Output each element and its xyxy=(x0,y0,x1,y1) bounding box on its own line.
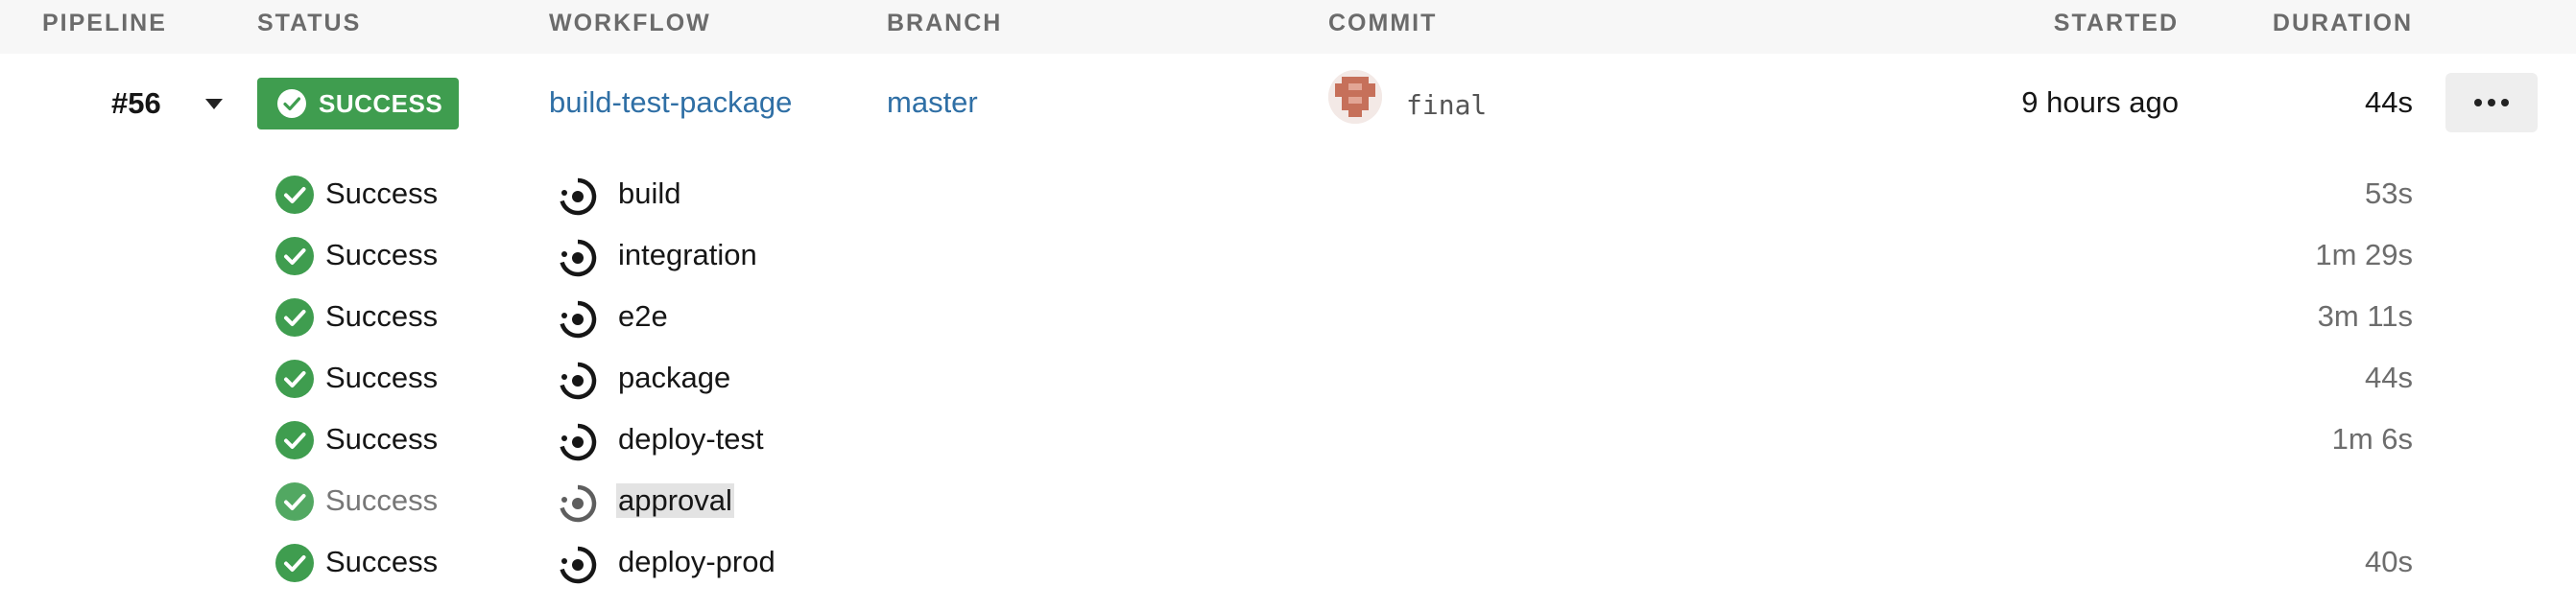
job-link[interactable]: deploy-prod xyxy=(618,545,775,579)
job-status: Success xyxy=(325,545,439,578)
job-duration: 1m 29s xyxy=(2315,238,2413,271)
job-row[interactable]: Success build 53s xyxy=(0,160,2576,222)
more-actions-button[interactable] xyxy=(2445,73,2538,132)
job-circle-icon xyxy=(560,239,597,277)
job-row[interactable]: Success e2e 3m 11s xyxy=(0,283,2576,344)
job-circle-icon xyxy=(560,546,597,584)
job-status: Success xyxy=(325,422,439,456)
pipeline-duration: 44s xyxy=(2365,85,2413,119)
check-circle-icon xyxy=(277,89,306,118)
identicon-icon xyxy=(1328,70,1382,124)
job-duration: 44s xyxy=(2365,361,2413,394)
job-circle-icon xyxy=(560,177,597,216)
job-circle-icon xyxy=(560,362,597,400)
job-link[interactable]: build xyxy=(618,176,681,211)
status-badge: SUCCESS xyxy=(257,78,459,129)
job-circle-icon xyxy=(560,423,597,461)
col-status: STATUS xyxy=(257,10,362,36)
job-row[interactable]: Success deploy-test 1m 6s xyxy=(0,406,2576,467)
col-commit: COMMIT xyxy=(1328,10,1438,36)
col-started: STARTED xyxy=(2053,10,2179,36)
check-circle-icon xyxy=(275,421,314,459)
job-row[interactable]: Success approval xyxy=(0,467,2576,528)
job-row[interactable]: Success package 44s xyxy=(0,344,2576,406)
job-status: Success xyxy=(325,483,439,517)
avatar[interactable] xyxy=(1328,70,1382,124)
check-circle-icon xyxy=(275,544,314,582)
caret-down-icon[interactable] xyxy=(205,99,223,109)
check-circle-icon xyxy=(275,360,314,398)
job-status: Success xyxy=(325,238,439,271)
job-duration: 1m 6s xyxy=(2331,422,2413,456)
commit-message[interactable]: final xyxy=(1406,89,1487,121)
branch-link[interactable]: master xyxy=(887,85,978,120)
check-circle-icon xyxy=(275,482,314,521)
approval-job-link[interactable]: approval xyxy=(616,483,734,518)
col-workflow: WORKFLOW xyxy=(549,10,711,36)
col-pipeline: PIPELINE xyxy=(42,10,167,36)
check-circle-icon xyxy=(275,176,314,214)
col-branch: BRANCH xyxy=(887,10,1003,36)
job-row[interactable]: Success deploy-prod 40s xyxy=(0,528,2576,590)
job-link[interactable]: deploy-test xyxy=(618,422,764,457)
col-duration: DURATION xyxy=(2272,10,2413,36)
job-link[interactable]: integration xyxy=(618,238,757,272)
job-row[interactable]: Success integration 1m 29s xyxy=(0,222,2576,283)
job-circle-icon xyxy=(560,484,597,523)
more-dots-icon xyxy=(2474,99,2482,106)
check-circle-icon xyxy=(275,237,314,275)
pipeline-number[interactable]: #56 xyxy=(111,86,161,121)
check-circle-icon xyxy=(275,298,314,337)
job-circle-icon xyxy=(560,300,597,339)
job-status: Success xyxy=(325,299,439,333)
status-badge-label: SUCCESS xyxy=(319,88,443,118)
job-duration: 40s xyxy=(2365,545,2413,578)
job-status: Success xyxy=(325,176,439,210)
job-status: Success xyxy=(325,361,439,394)
job-link[interactable]: package xyxy=(618,361,730,395)
job-link[interactable]: e2e xyxy=(618,299,668,334)
job-duration: 53s xyxy=(2365,176,2413,210)
started-time: 9 hours ago xyxy=(2021,85,2179,119)
table-header: PIPELINE STATUS WORKFLOW BRANCH COMMIT S… xyxy=(0,0,2576,54)
job-duration: 3m 11s xyxy=(2317,299,2413,333)
workflow-link[interactable]: build-test-package xyxy=(549,85,792,120)
